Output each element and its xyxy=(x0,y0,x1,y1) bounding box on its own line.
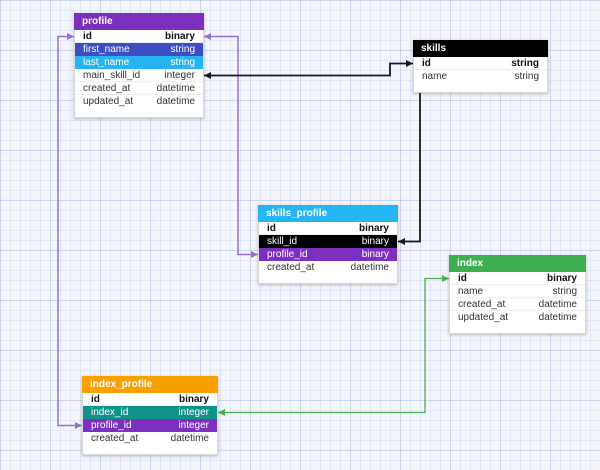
field-type: binary xyxy=(362,236,389,247)
field-name: last_name xyxy=(83,57,129,68)
field-name: created_at xyxy=(458,299,505,310)
table-skills-body: id string name string xyxy=(413,57,548,93)
table-row-name[interactable]: name string xyxy=(450,285,585,298)
table-index_profile-body: id binary index_id integer profile_id in… xyxy=(82,393,218,455)
connection-skills-skills_profile[interactable] xyxy=(398,93,420,245)
field-type: datetime xyxy=(157,96,195,107)
table-row-skill_id[interactable]: skill_id binary xyxy=(259,235,397,248)
table-skills_profile-header[interactable]: skills_profile xyxy=(258,205,398,222)
connection-index_profile-index[interactable] xyxy=(218,275,449,416)
field-name: id xyxy=(458,273,467,284)
field-name: index_id xyxy=(91,407,128,418)
field-name: created_at xyxy=(91,433,138,444)
table-row-created_at[interactable]: created_at datetime xyxy=(259,261,397,274)
field-type: string xyxy=(171,57,195,68)
field-name: name xyxy=(422,71,447,82)
field-name: skill_id xyxy=(267,236,297,247)
table-index_profile[interactable]: index_profile id binary index_id integer… xyxy=(82,376,218,455)
table-title: index_profile xyxy=(90,379,152,390)
table-row-last_name[interactable]: last_name string xyxy=(75,56,203,69)
table-row-first_name[interactable]: first_name string xyxy=(75,43,203,56)
field-name: main_skill_id xyxy=(83,70,140,81)
table-row-created_at[interactable]: created_at datetime xyxy=(450,298,585,311)
field-type: datetime xyxy=(157,83,195,94)
table-profile-header[interactable]: profile xyxy=(74,13,204,30)
field-name: updated_at xyxy=(458,312,508,323)
table-index-body: id binary name string created_at datetim… xyxy=(449,272,586,334)
table-row-id[interactable]: id binary xyxy=(450,272,585,285)
field-name: id xyxy=(83,31,92,42)
field-type: datetime xyxy=(351,262,389,273)
table-profile[interactable]: profile id binary first_name string last… xyxy=(74,13,204,118)
field-type: integer xyxy=(178,407,209,418)
table-row-created_at[interactable]: created_at datetime xyxy=(83,432,217,445)
table-row-updated_at[interactable]: updated_at datetime xyxy=(75,95,203,108)
field-name: id xyxy=(267,223,276,234)
table-skills_profile[interactable]: skills_profile id binary skill_id binary… xyxy=(258,205,398,284)
field-type: binary xyxy=(165,31,195,42)
field-name: profile_id xyxy=(91,420,132,431)
field-name: name xyxy=(458,286,483,297)
field-type: integer xyxy=(178,420,209,431)
field-type: binary xyxy=(179,394,209,405)
table-row-id[interactable]: id string xyxy=(414,57,547,70)
table-title: profile xyxy=(82,16,113,27)
table-title: index xyxy=(457,258,483,269)
table-row-created_at[interactable]: created_at datetime xyxy=(75,82,203,95)
field-name: profile_id xyxy=(267,249,308,260)
field-type: binary xyxy=(547,273,577,284)
diagram-canvas[interactable]: profile id binary first_name string last… xyxy=(0,0,600,470)
table-row-main_skill_id[interactable]: main_skill_id integer xyxy=(75,69,203,82)
field-type: string xyxy=(171,44,195,55)
field-type: string xyxy=(515,71,539,82)
field-type: datetime xyxy=(171,433,209,444)
table-title: skills xyxy=(421,43,446,54)
field-name: created_at xyxy=(83,83,130,94)
table-index-header[interactable]: index xyxy=(449,255,586,272)
field-type: string xyxy=(511,58,539,69)
field-type: binary xyxy=(359,223,389,234)
table-skills-header[interactable]: skills xyxy=(413,40,548,57)
field-type: string xyxy=(553,286,577,297)
field-name: created_at xyxy=(267,262,314,273)
field-type: datetime xyxy=(539,312,577,323)
field-type: binary xyxy=(362,249,389,260)
table-title: skills_profile xyxy=(266,208,327,219)
table-skills[interactable]: skills id string name string xyxy=(413,40,548,93)
connection-skills_profile-profile[interactable] xyxy=(204,33,258,258)
table-row-id[interactable]: id binary xyxy=(83,393,217,406)
field-name: id xyxy=(91,394,100,405)
field-name: updated_at xyxy=(83,96,133,107)
table-skills_profile-body: id binary skill_id binary profile_id bin… xyxy=(258,222,398,284)
table-row-id[interactable]: id binary xyxy=(259,222,397,235)
table-row-id[interactable]: id binary xyxy=(75,30,203,43)
table-row-profile_id[interactable]: profile_id integer xyxy=(83,419,217,432)
table-index[interactable]: index id binary name string created_at d… xyxy=(449,255,586,334)
field-type: integer xyxy=(164,70,195,81)
table-row-updated_at[interactable]: updated_at datetime xyxy=(450,311,585,324)
field-name: id xyxy=(422,58,431,69)
table-row-profile_id[interactable]: profile_id binary xyxy=(259,248,397,261)
table-index_profile-header[interactable]: index_profile xyxy=(82,376,218,393)
field-type: datetime xyxy=(539,299,577,310)
field-name: first_name xyxy=(83,44,130,55)
table-profile-body: id binary first_name string last_name st… xyxy=(74,30,204,118)
table-row-name[interactable]: name string xyxy=(414,70,547,83)
table-row-index_id[interactable]: index_id integer xyxy=(83,406,217,419)
